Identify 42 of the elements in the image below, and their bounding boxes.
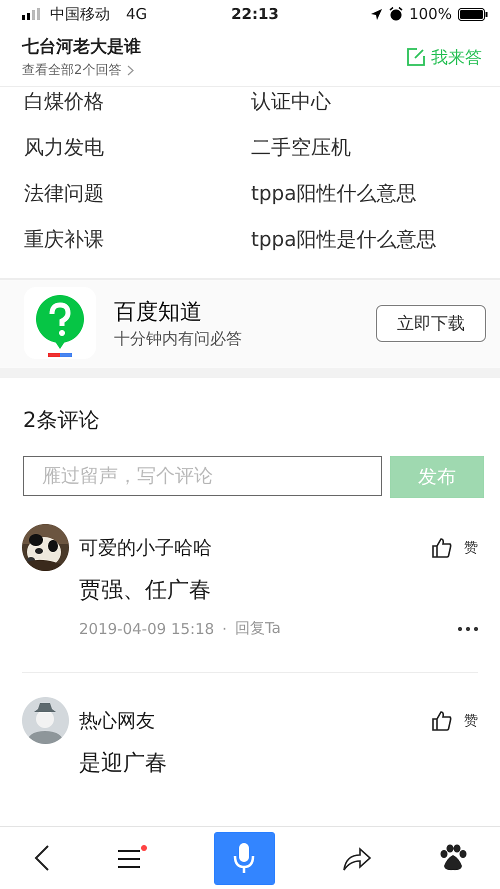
- alarm-icon: [389, 7, 404, 21]
- comment-input[interactable]: 雁过留声，写个评论: [23, 456, 382, 496]
- voice-button[interactable]: [214, 832, 274, 884]
- user-name: 可爱的小子哈哈: [79, 536, 213, 560]
- like-button[interactable]: 赞: [432, 538, 478, 558]
- location-icon: [370, 8, 384, 20]
- like-button[interactable]: 赞: [432, 710, 478, 730]
- network-type: 4G: [126, 5, 148, 23]
- carrier-name: 中国移动: [50, 4, 110, 24]
- related-link[interactable]: 二手空压机: [251, 135, 476, 160]
- more-icon[interactable]: [458, 626, 478, 630]
- avatar-icon: [22, 697, 69, 744]
- related-link[interactable]: 白煤价格: [24, 89, 251, 114]
- menu-icon[interactable]: [116, 845, 146, 871]
- microphone-icon: [233, 842, 255, 874]
- comments-heading: 2条评论: [22, 407, 100, 434]
- thumbs-up-icon: [432, 710, 452, 730]
- download-button[interactable]: 立即下载: [376, 304, 486, 342]
- question-title: 七台河老大是谁: [22, 36, 142, 58]
- comment-time: 2019-04-09 15:18: [79, 620, 214, 638]
- battery-percent: 100%: [409, 5, 452, 23]
- related-link[interactable]: 认证中心: [251, 89, 476, 114]
- view-answers-link[interactable]: 查看全部2个回答: [22, 61, 122, 79]
- related-link[interactable]: 风力发电: [24, 135, 251, 160]
- related-link[interactable]: tppa阳性什么意思: [251, 181, 476, 206]
- app-slogan: 十分钟内有问必答: [114, 328, 243, 350]
- share-icon[interactable]: [342, 845, 372, 871]
- related-link[interactable]: 重庆补课: [24, 227, 251, 252]
- clock-time: 22:13: [231, 5, 279, 23]
- battery-icon: [458, 8, 488, 20]
- chevron-right-icon: [127, 64, 134, 76]
- paw-icon[interactable]: [438, 844, 466, 872]
- app-name: 百度知道: [114, 298, 203, 326]
- thumbs-up-icon: [432, 538, 452, 558]
- related-link[interactable]: tppa阳性是什么意思: [251, 227, 476, 252]
- user-name: 热心网友: [79, 708, 156, 734]
- comment-text: 贾强、任广春: [79, 577, 212, 605]
- comment-text: 是迎广春: [79, 750, 168, 778]
- edit-icon: [407, 48, 425, 66]
- separator-dot: ·: [222, 620, 227, 638]
- back-icon[interactable]: [34, 845, 50, 871]
- related-link[interactable]: 法律问题: [24, 181, 251, 206]
